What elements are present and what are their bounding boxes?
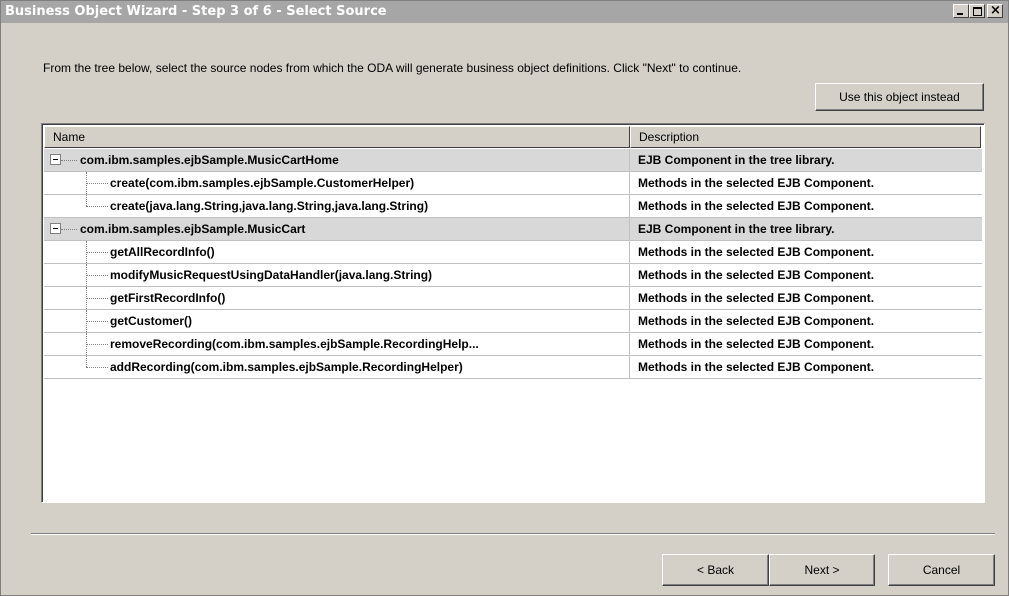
name-cell: com.ibm.samples.ejbSample.MusicCart <box>44 218 630 240</box>
tree-connector-line <box>86 298 108 299</box>
tree-connector-line <box>86 344 108 345</box>
tree-child-row[interactable]: modifyMusicRequestUsingDataHandler(java.… <box>44 264 982 287</box>
node-name: removeRecording(com.ibm.samples.ejbSampl… <box>110 337 479 351</box>
node-description: Methods in the selected EJB Component. <box>638 337 875 351</box>
node-name: com.ibm.samples.ejbSample.MusicCart <box>80 222 306 236</box>
tree-connector-line <box>86 367 108 368</box>
tree-child-row[interactable]: create(java.lang.String,java.lang.String… <box>44 195 982 218</box>
name-cell: removeRecording(com.ibm.samples.ejbSampl… <box>44 333 630 355</box>
cancel-button[interactable]: Cancel <box>888 554 995 586</box>
instructions-text: From the tree below, select the source n… <box>43 61 742 75</box>
tree-connector-line <box>61 229 77 230</box>
back-button[interactable]: < Back <box>662 554 769 586</box>
name-cell: modifyMusicRequestUsingDataHandler(java.… <box>44 264 630 286</box>
name-cell: getAllRecordInfo() <box>44 241 630 263</box>
node-name: com.ibm.samples.ejbSample.MusicCartHome <box>80 153 339 167</box>
node-description: EJB Component in the tree library. <box>638 222 835 236</box>
name-cell: create(com.ibm.samples.ejbSample.Custome… <box>44 172 630 194</box>
name-cell: addRecording(com.ibm.samples.ejbSample.R… <box>44 356 630 378</box>
node-description: Methods in the selected EJB Component. <box>638 360 875 374</box>
maximize-button[interactable] <box>969 4 985 18</box>
node-description: Methods in the selected EJB Component. <box>638 291 875 305</box>
node-name: getFirstRecordInfo() <box>110 291 226 305</box>
name-cell: create(java.lang.String,java.lang.String… <box>44 195 630 217</box>
tree-connector-line <box>86 252 108 253</box>
name-cell: getCustomer() <box>44 310 630 332</box>
close-icon: × <box>990 3 1001 18</box>
tree-child-row[interactable]: create(com.ibm.samples.ejbSample.Custome… <box>44 172 982 195</box>
wizard-window: Business Object Wizard - Step 3 of 6 - S… <box>0 0 1009 596</box>
column-header-name[interactable]: Name <box>44 126 630 148</box>
tree-child-row[interactable]: getFirstRecordInfo() Methods in the selec… <box>44 287 982 310</box>
tree-child-row[interactable]: getAllRecordInfo() Methods in the selecte… <box>44 241 982 264</box>
tree-connector-line <box>86 356 87 367</box>
collapse-icon[interactable] <box>50 223 61 234</box>
tree-child-row[interactable]: getCustomer() Methods in the selected EJB… <box>44 310 982 333</box>
tree-connector-line <box>61 160 77 161</box>
node-description: Methods in the selected EJB Component. <box>638 176 875 190</box>
tree-connector-line <box>86 183 108 184</box>
tree-connector-line <box>86 195 87 206</box>
minimize-button[interactable] <box>953 4 969 18</box>
next-button[interactable]: Next > <box>769 554 875 586</box>
column-header-description[interactable]: Description <box>630 126 981 148</box>
node-name: modifyMusicRequestUsingDataHandler(java.… <box>110 268 433 282</box>
use-this-object-button[interactable]: Use this object instead <box>815 83 984 111</box>
node-name: addRecording(com.ibm.samples.ejbSample.R… <box>110 360 463 374</box>
tree-child-row[interactable]: removeRecording(com.ibm.samples.ejbSampl… <box>44 333 982 356</box>
node-name: getCustomer() <box>110 314 193 328</box>
tree-connector-line <box>86 321 108 322</box>
window-title: Business Object Wizard - Step 3 of 6 - S… <box>5 4 387 19</box>
node-name: create(java.lang.String,java.lang.String… <box>110 199 429 213</box>
name-cell: getFirstRecordInfo() <box>44 287 630 309</box>
node-description: Methods in the selected EJB Component. <box>638 314 875 328</box>
collapse-icon[interactable] <box>50 154 61 165</box>
node-description: Methods in the selected EJB Component. <box>638 268 875 282</box>
tree-connector-line <box>86 275 108 276</box>
node-description: Methods in the selected EJB Component. <box>638 199 875 213</box>
title-bar: Business Object Wizard - Step 3 of 6 - S… <box>1 1 1008 23</box>
tree-group-row[interactable]: com.ibm.samples.ejbSample.MusicCartHome E… <box>44 149 982 172</box>
tree-group-row[interactable]: com.ibm.samples.ejbSample.MusicCart EJB C… <box>44 218 982 241</box>
tree-connector-line <box>86 206 108 207</box>
name-cell: com.ibm.samples.ejbSample.MusicCartHome <box>44 149 630 171</box>
node-description: Methods in the selected EJB Component. <box>638 245 875 259</box>
source-tree[interactable]: Name Description com.ibm.samples.ejbSamp… <box>41 123 985 503</box>
close-button[interactable]: × <box>987 3 1003 18</box>
node-description: EJB Component in the tree library. <box>638 153 835 167</box>
node-name: create(com.ibm.samples.ejbSample.Custome… <box>110 176 415 190</box>
node-name: getAllRecordInfo() <box>110 245 215 259</box>
tree-child-row[interactable]: addRecording(com.ibm.samples.ejbSample.R… <box>44 356 982 379</box>
footer-separator <box>31 533 995 535</box>
